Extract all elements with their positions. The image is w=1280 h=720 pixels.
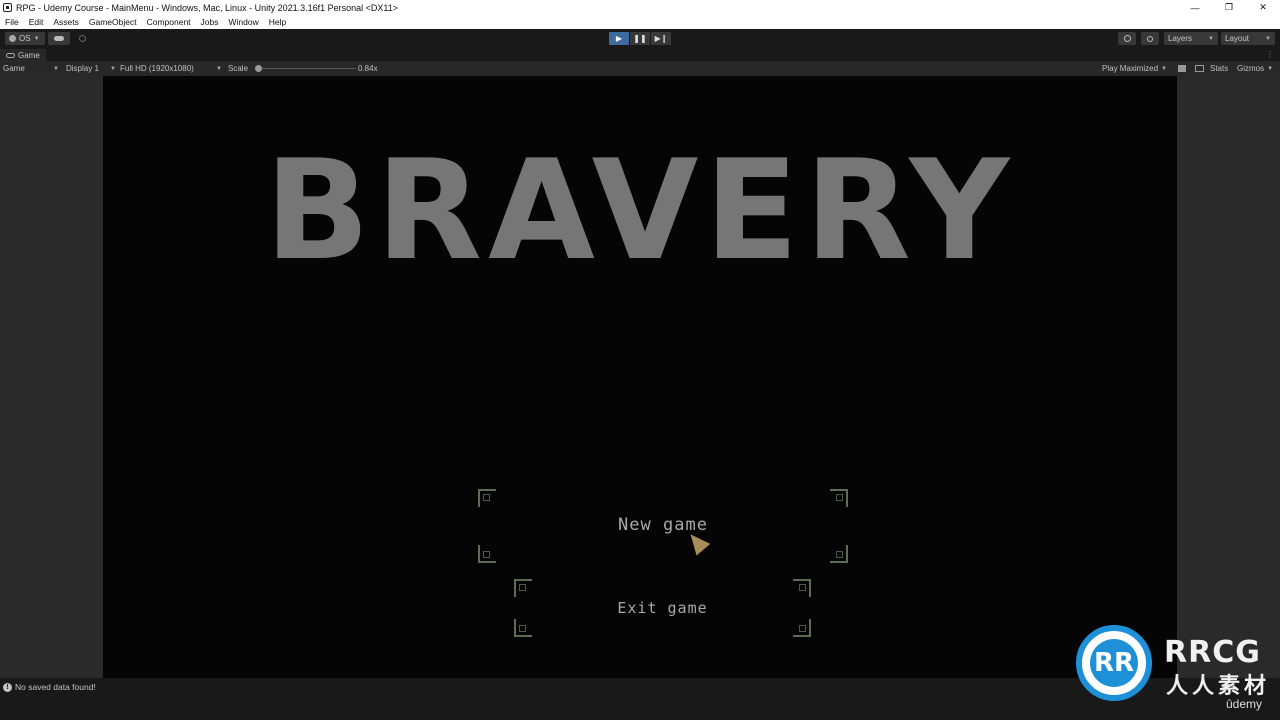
layout-label: Layout: [1225, 34, 1250, 43]
cloud-button[interactable]: [48, 32, 70, 45]
window-controls: — ❐ ✕: [1178, 0, 1280, 15]
tab-game-label: Game: [18, 50, 40, 60]
undo-history-button[interactable]: [1118, 32, 1136, 45]
collab-icon: [78, 35, 86, 42]
watermark-name: RRCG: [1164, 635, 1261, 670]
stats-button[interactable]: Stats: [1210, 63, 1228, 74]
chevron-down-icon: ▼: [1208, 35, 1214, 42]
view-mode-dropdown[interactable]: Game ▼: [3, 63, 59, 74]
status-message: No saved data found!: [15, 682, 96, 692]
frame-corner-icon: [478, 545, 496, 563]
new-game-label: New game: [618, 515, 708, 535]
exit-game-label: Exit game: [617, 599, 708, 617]
display-label: Display 1: [66, 64, 99, 73]
menu-help[interactable]: Help: [264, 17, 291, 27]
frame-corner-icon: [478, 489, 496, 507]
history-icon: [1123, 35, 1131, 42]
minimize-button[interactable]: —: [1178, 0, 1212, 15]
resolution-dropdown[interactable]: Full HD (1920x1080) ▼: [120, 63, 222, 74]
new-game-button[interactable]: New game: [478, 489, 848, 563]
chevron-down-icon: ▼: [110, 65, 116, 72]
account-icon: [9, 35, 16, 42]
main-toolbar: OS ▼ ▶ ❚❚ ▶❙ Layers ▼ Layout ▼: [0, 29, 1280, 49]
display-dropdown[interactable]: Display 1 ▼: [66, 63, 116, 74]
unity-editor: RPG - Udemy Course - MainMenu - Windows,…: [0, 0, 1280, 720]
window-title: RPG - Udemy Course - MainMenu - Windows,…: [16, 2, 398, 13]
step-icon: ▶❙: [654, 34, 668, 43]
close-button[interactable]: ✕: [1246, 0, 1280, 15]
game-title: BRAVERY: [264, 130, 1016, 291]
game-view-toolbar: Game ▼ Display 1 ▼ Full HD (1920x1080) ▼…: [0, 61, 1280, 76]
menu-assets[interactable]: Assets: [48, 17, 84, 27]
pause-icon: ❚❚: [633, 34, 647, 43]
scale-label: Scale: [228, 64, 249, 73]
menu-gameobject[interactable]: GameObject: [84, 17, 142, 27]
menu-bar: File Edit Assets GameObject Component Jo…: [0, 15, 1280, 29]
restore-button[interactable]: ❐: [1212, 0, 1246, 15]
monitor-icon: [1195, 65, 1204, 72]
play-mode-label: Play Maximized: [1102, 64, 1159, 73]
chevron-down-icon: ▼: [216, 65, 222, 72]
collab-button[interactable]: [73, 32, 91, 45]
game-canvas[interactable]: BRAVERY New game Exit game: [103, 76, 1177, 678]
frame-corner-icon: [514, 619, 532, 637]
mute-audio-button[interactable]: [1178, 63, 1186, 74]
pause-button[interactable]: ❚❚: [630, 32, 650, 45]
tab-game[interactable]: Game: [0, 49, 46, 61]
chevron-down-icon: ▼: [33, 35, 40, 42]
scale-slider[interactable]: [255, 65, 356, 72]
info-icon: !: [3, 682, 12, 692]
frame-corner-icon: [830, 489, 848, 507]
layout-dropdown[interactable]: Layout ▼: [1221, 32, 1275, 45]
rrcg-logo-mark: RR: [1090, 639, 1138, 687]
frame-corner-icon: [793, 619, 811, 637]
tab-bar: Game ⋮: [0, 49, 1280, 61]
play-button[interactable]: ▶: [609, 32, 629, 45]
chevron-down-icon: ▼: [1161, 65, 1167, 72]
scale-value: 0.84x: [358, 64, 378, 73]
view-mode-label: Game: [3, 64, 25, 73]
chevron-down-icon: ▼: [53, 65, 59, 72]
step-button[interactable]: ▶❙: [651, 32, 671, 45]
menu-file[interactable]: File: [0, 17, 24, 27]
account-label: OS: [19, 34, 31, 43]
play-mode-dropdown[interactable]: Play Maximized ▼: [1102, 63, 1167, 74]
layers-dropdown[interactable]: Layers ▼: [1164, 32, 1218, 45]
chevron-down-icon: ▼: [1267, 65, 1274, 72]
account-dropdown[interactable]: OS ▼: [5, 32, 45, 45]
scale-slider-handle[interactable]: [255, 65, 262, 72]
resolution-label: Full HD (1920x1080): [120, 64, 194, 73]
frame-corner-icon: [514, 579, 532, 597]
window-titlebar: RPG - Udemy Course - MainMenu - Windows,…: [0, 0, 1280, 15]
audio-icon: [1178, 65, 1186, 72]
search-icon: [1147, 35, 1153, 42]
menu-component[interactable]: Component: [142, 17, 196, 27]
exit-game-button[interactable]: Exit game: [514, 579, 811, 637]
console-status[interactable]: ! No saved data found!: [3, 682, 96, 692]
gizmos-label: Gizmos: [1237, 64, 1265, 73]
play-icon: ▶: [615, 34, 623, 43]
gizmos-dropdown[interactable]: Gizmos ▼: [1237, 63, 1273, 74]
playback-controls: ▶ ❚❚ ▶❙: [609, 32, 672, 45]
rrcg-logo-icon: RR: [1076, 625, 1152, 701]
watermark: RR RRCG 人人素材 ûdemy: [1076, 625, 1276, 717]
frame-corner-icon: [793, 579, 811, 597]
layers-label: Layers: [1168, 34, 1193, 43]
tab-options-icon[interactable]: ⋮: [1266, 50, 1274, 59]
frame-corner-icon: [830, 545, 848, 563]
vsync-button[interactable]: [1195, 63, 1204, 74]
cloud-icon: [54, 36, 64, 41]
menu-edit[interactable]: Edit: [24, 17, 49, 27]
gamepad-icon: [6, 52, 15, 58]
scale-slider-track: [256, 68, 356, 69]
chevron-down-icon: ▼: [1265, 35, 1271, 42]
search-button[interactable]: [1141, 32, 1159, 45]
watermark-sub: 人人素材: [1166, 673, 1271, 698]
menu-jobs[interactable]: Jobs: [196, 17, 224, 27]
unity-logo-icon: [3, 3, 12, 12]
menu-window[interactable]: Window: [224, 17, 264, 27]
udemy-logo: ûdemy: [1226, 697, 1263, 711]
